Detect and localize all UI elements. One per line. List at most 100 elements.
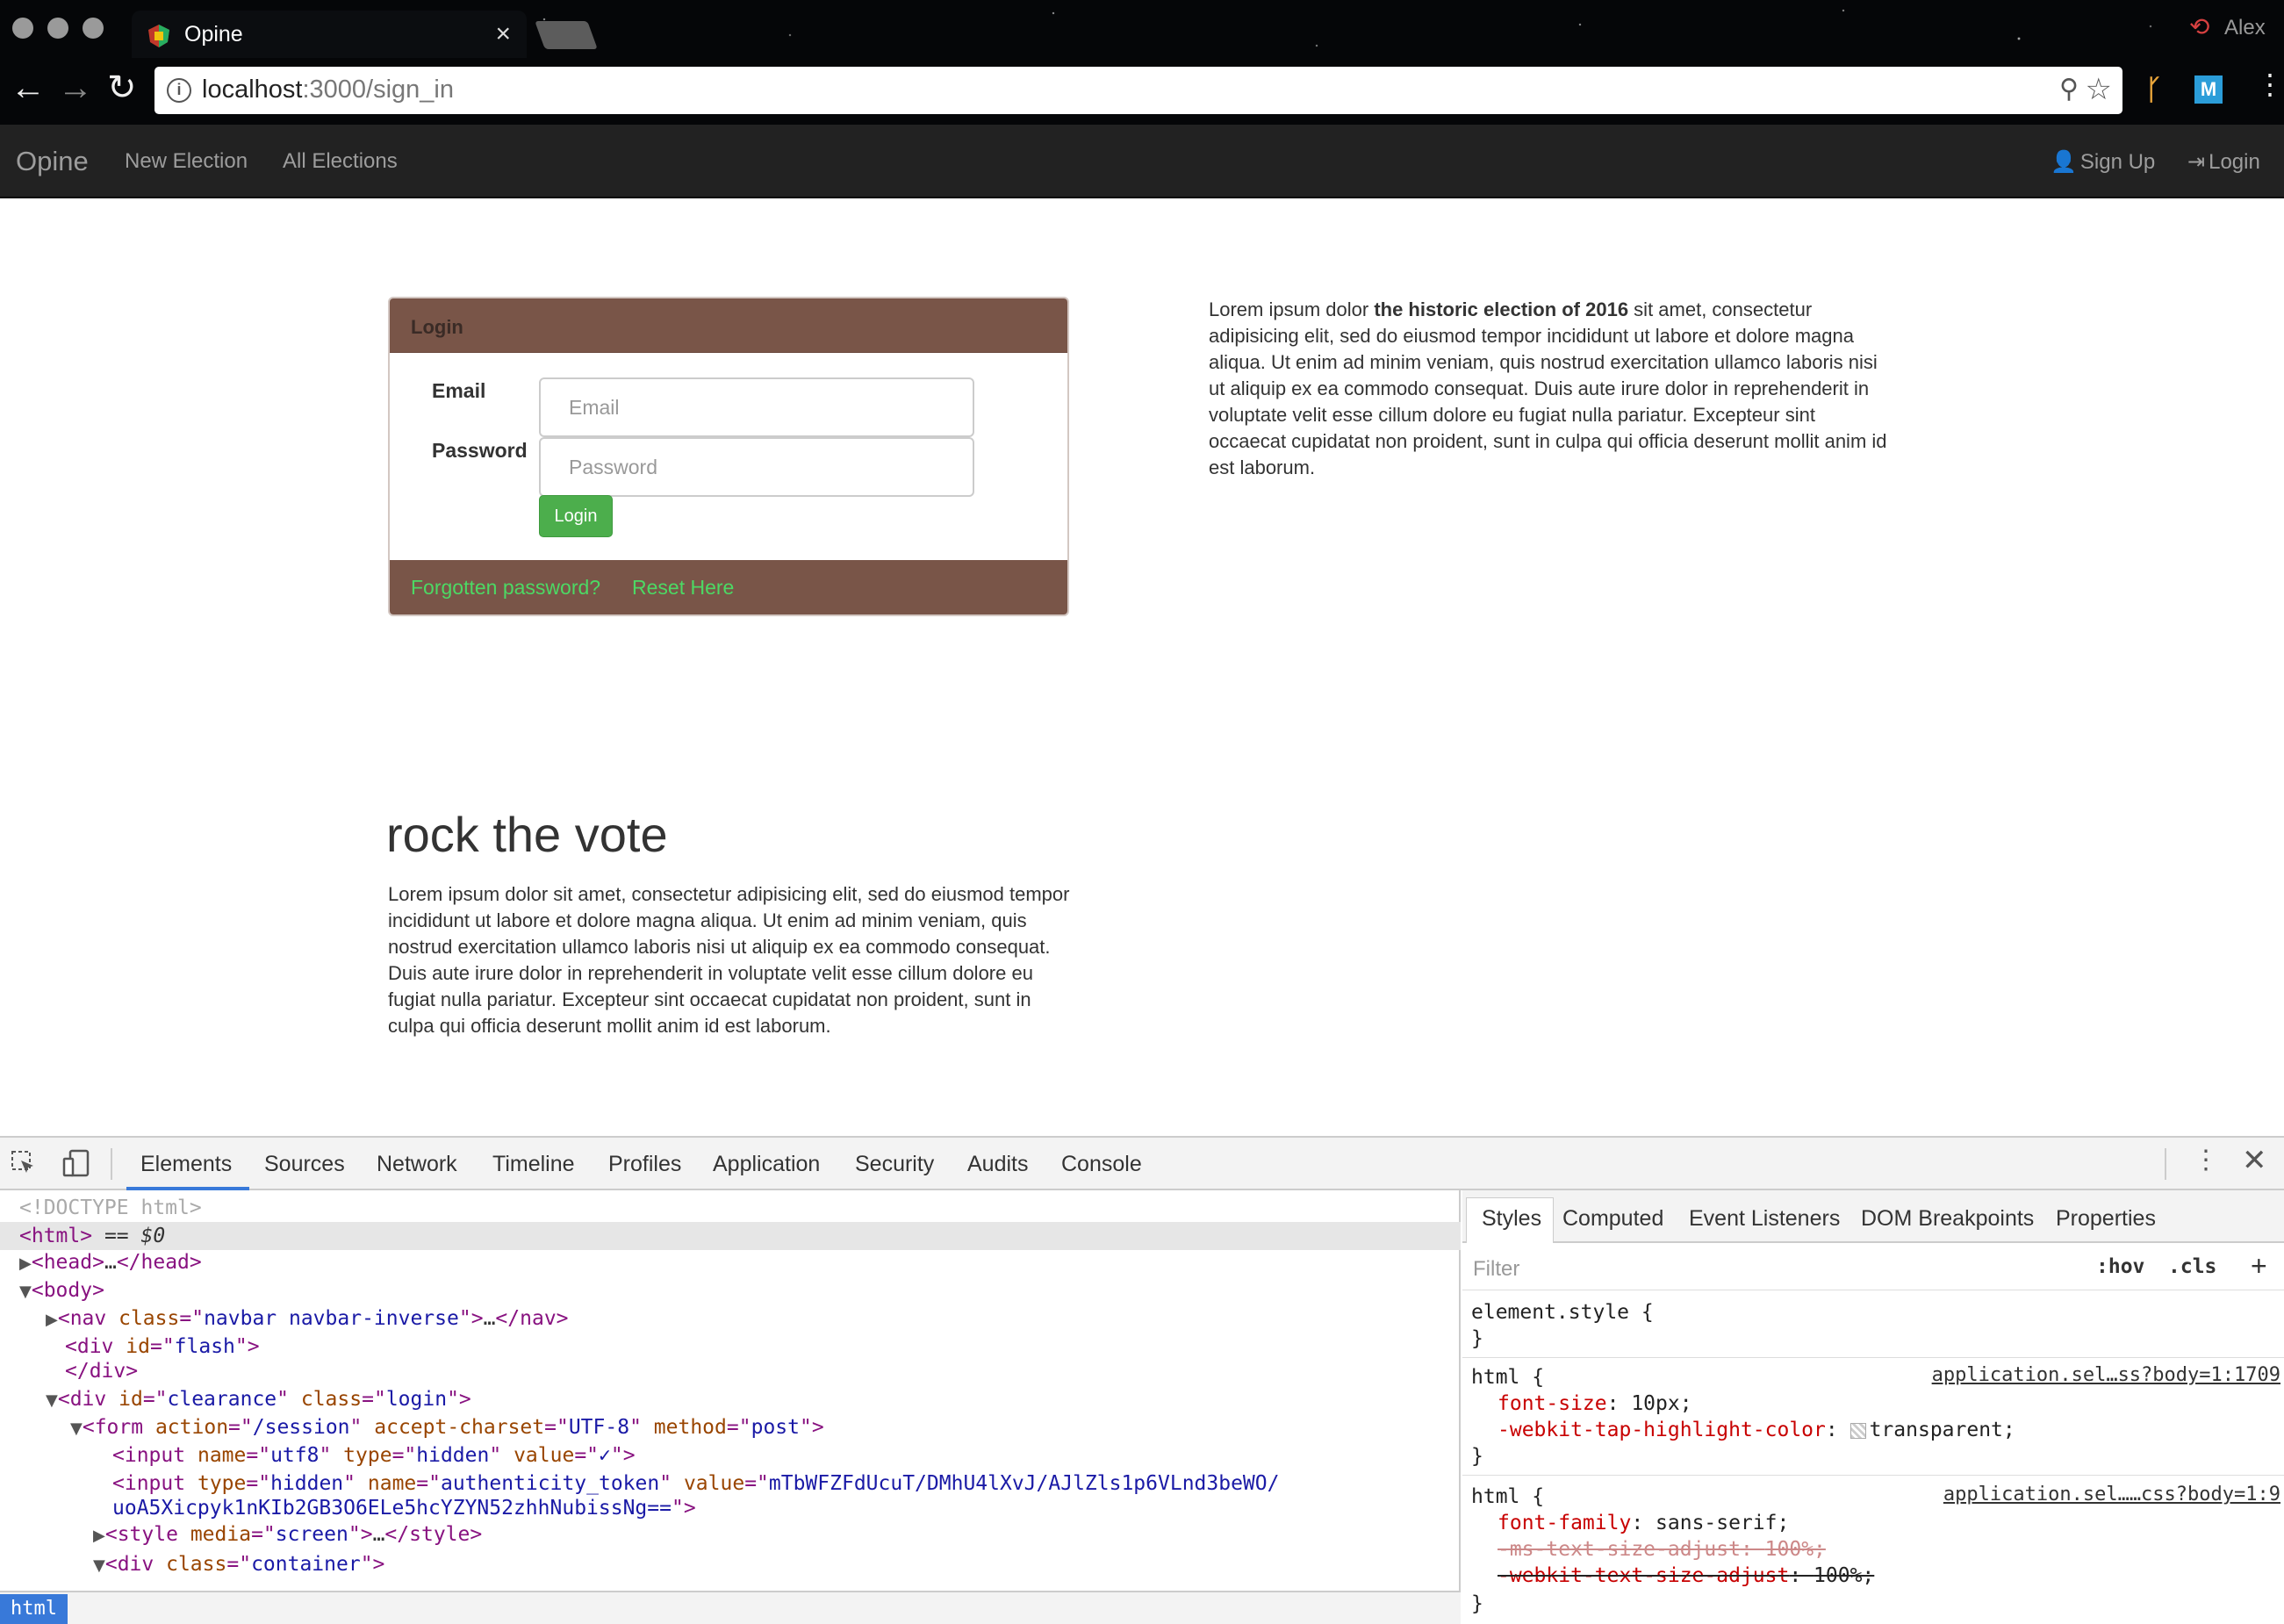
utf8-name-value: utf8 xyxy=(270,1444,320,1467)
rule2-decl1[interactable]: font-family: sans-serif; xyxy=(1498,1510,1789,1536)
expand-arrow-icon[interactable]: ▶ xyxy=(93,1527,105,1545)
expand-arrow-icon[interactable]: ▶ xyxy=(46,1311,58,1329)
new-tab-button[interactable] xyxy=(535,21,598,49)
maximize-window-button[interactable] xyxy=(83,18,104,39)
rule2-selector[interactable]: html { xyxy=(1471,1484,1544,1510)
styles-filter-input[interactable]: Filter xyxy=(1473,1257,1519,1282)
nav-sign-up[interactable]: 👤 Sign Up xyxy=(2051,149,2155,175)
dom-head-node[interactable]: ▶<head>…</head> xyxy=(0,1248,1461,1276)
site-info-icon[interactable]: i xyxy=(167,78,191,103)
inspect-element-icon[interactable] xyxy=(11,1150,37,1176)
devtools-close-icon[interactable]: ✕ xyxy=(2242,1143,2267,1178)
tab-elements[interactable]: Elements xyxy=(140,1152,232,1177)
rule2-prop3: -webkit-text-size-adjust xyxy=(1498,1564,1790,1587)
extension-hammer-icon[interactable]: ᚴ xyxy=(2145,74,2162,106)
rule1-decl1[interactable]: font-size: 10px; xyxy=(1498,1390,1692,1417)
tab-styles[interactable]: Styles xyxy=(1482,1206,1541,1232)
nav-login[interactable]: ⇥ Login xyxy=(2187,149,2260,175)
token-name-value: authenticity_token xyxy=(440,1472,660,1495)
tab-dom-breakpoints[interactable]: DOM Breakpoints xyxy=(1861,1206,2034,1232)
tab-audits[interactable]: Audits xyxy=(967,1152,1028,1177)
browser-tab[interactable]: Opine × xyxy=(132,11,527,58)
dom-form-node[interactable]: ▼<form action="/session" accept-charset=… xyxy=(0,1413,1461,1441)
intro-text-start: Lorem ipsum dolor xyxy=(1209,298,1375,320)
url-text[interactable]: localhost:3000/sign_in xyxy=(202,75,454,104)
head-tag-text: head xyxy=(43,1251,93,1274)
bookmark-star-icon[interactable]: ☆ xyxy=(2086,72,2112,107)
email-field[interactable] xyxy=(539,377,974,437)
nav-all-elections[interactable]: All Elections xyxy=(283,149,398,174)
collapse-arrow-icon[interactable]: ▼ xyxy=(93,1556,105,1575)
intro-text-end: sit amet, consectetur adipisicing elit, … xyxy=(1209,298,1887,478)
breadcrumb-html[interactable]: html xyxy=(0,1594,68,1624)
close-window-button[interactable] xyxy=(12,18,33,39)
rule2-decl2-overridden[interactable]: -ms-text-size-adjust: 100%; xyxy=(1498,1536,1826,1563)
rule2-source-link[interactable]: application.sel……css?body=1:9 xyxy=(1943,1484,2280,1505)
dom-doctype[interactable]: <!DOCTYPE html> xyxy=(0,1194,1461,1222)
dom-container-node[interactable]: ▼<div class="container"> xyxy=(0,1550,1461,1578)
rule2-val3: 100%; xyxy=(1814,1564,1875,1587)
hover-state-toggle[interactable]: :hov xyxy=(2096,1255,2144,1278)
tab-network[interactable]: Network xyxy=(377,1152,457,1177)
dom-clearance-node[interactable]: ▼<div id="clearance" class="login"> xyxy=(0,1385,1461,1413)
tab-event-listeners[interactable]: Event Listeners xyxy=(1689,1206,1840,1232)
rule1-source-link[interactable]: application.sel…ss?body=1:1709 xyxy=(1932,1364,2280,1386)
tab-security[interactable]: Security xyxy=(855,1152,934,1177)
devtools-menu-icon[interactable]: ⋮ xyxy=(2193,1145,2219,1175)
tab-sources[interactable]: Sources xyxy=(264,1152,345,1177)
forgotten-password-text[interactable]: Forgotten password? xyxy=(411,576,600,600)
flash-id-value: flash xyxy=(174,1335,235,1358)
flash-tag-text: div xyxy=(76,1335,114,1358)
rule-divider xyxy=(1462,1357,2284,1358)
address-bar[interactable]: i localhost:3000/sign_in ⚲ ☆ xyxy=(154,67,2122,114)
dom-token-input-cont[interactable]: uoA5Xicpyk1nKIb2GB3O6ELe5hcYZYN52zhhNubi… xyxy=(0,1494,1461,1522)
close-tab-icon[interactable]: × xyxy=(495,19,511,49)
profile-name[interactable]: Alex xyxy=(2224,16,2266,40)
input-tag-text: input xyxy=(124,1472,186,1495)
element-style-selector[interactable]: element.style { xyxy=(1471,1299,1654,1326)
color-swatch-icon[interactable] xyxy=(1849,1422,1866,1439)
dom-flash-close[interactable]: </div> xyxy=(0,1357,1461,1385)
device-toolbar-icon[interactable] xyxy=(61,1148,91,1178)
reload-icon[interactable]: ↻ xyxy=(107,70,137,105)
dom-body-node[interactable]: ▼<body> xyxy=(0,1276,1461,1304)
rule1-prop1: font-size xyxy=(1498,1392,1607,1415)
clearance-tag-text: div xyxy=(69,1388,107,1411)
tab-computed[interactable]: Computed xyxy=(1562,1206,1663,1232)
tab-console[interactable]: Console xyxy=(1061,1152,1142,1177)
minimize-window-button[interactable] xyxy=(47,18,68,39)
login-panel-title: Login xyxy=(411,316,463,338)
zoom-icon[interactable]: ⚲ xyxy=(2059,74,2079,104)
collapse-arrow-icon[interactable]: ▼ xyxy=(46,1391,58,1410)
tab-properties[interactable]: Properties xyxy=(2056,1206,2156,1232)
dom-html-node[interactable]: <html> == $0 xyxy=(0,1222,1461,1250)
tab-profiles[interactable]: Profiles xyxy=(608,1152,681,1177)
rule1-selector[interactable]: html { xyxy=(1471,1364,1544,1390)
forward-icon[interactable]: → xyxy=(58,70,93,105)
dom-tree: <!DOCTYPE html> <html> == $0 ▶<head>…</h… xyxy=(0,1190,1461,1624)
tab-application[interactable]: Application xyxy=(713,1152,820,1177)
reset-here-link[interactable]: Reset Here xyxy=(632,576,734,600)
sync-error-icon[interactable]: ⟲ xyxy=(2189,12,2209,41)
browser-menu-icon[interactable]: ⋮ xyxy=(2256,70,2284,98)
collapse-arrow-icon[interactable]: ▼ xyxy=(70,1419,83,1438)
url-path: :3000/sign_in xyxy=(302,75,454,104)
login-submit-button[interactable]: Login xyxy=(539,495,613,537)
back-icon[interactable]: ← xyxy=(11,70,46,105)
brand-link[interactable]: Opine xyxy=(16,146,89,177)
rule1-decl2[interactable]: -webkit-tap-highlight-color: transparent… xyxy=(1498,1417,2015,1443)
tab-timeline[interactable]: Timeline xyxy=(492,1152,575,1177)
new-rule-icon[interactable]: + xyxy=(2251,1250,2267,1283)
rule2-decl3-overridden[interactable]: -webkit-text-size-adjust: 100%; xyxy=(1498,1563,1874,1589)
nav-new-election[interactable]: New Election xyxy=(125,149,248,174)
class-toggle[interactable]: .cls xyxy=(2168,1255,2216,1278)
extension-m-icon[interactable]: M xyxy=(2194,75,2223,104)
dom-nav-node[interactable]: ▶<nav class="navbar navbar-inverse">…</n… xyxy=(0,1304,1461,1333)
rule2-val2: 100%; xyxy=(1764,1538,1826,1561)
password-field[interactable] xyxy=(539,437,974,497)
head-close-tag-text: head xyxy=(140,1251,190,1274)
collapse-arrow-icon[interactable]: ▼ xyxy=(19,1283,32,1301)
dom-style-node[interactable]: ▶<style media="screen">…</style> xyxy=(0,1520,1461,1549)
expand-arrow-icon[interactable]: ▶ xyxy=(19,1254,32,1273)
dom-utf8-input[interactable]: <input name="utf8" type="hidden" value="… xyxy=(0,1441,1461,1470)
